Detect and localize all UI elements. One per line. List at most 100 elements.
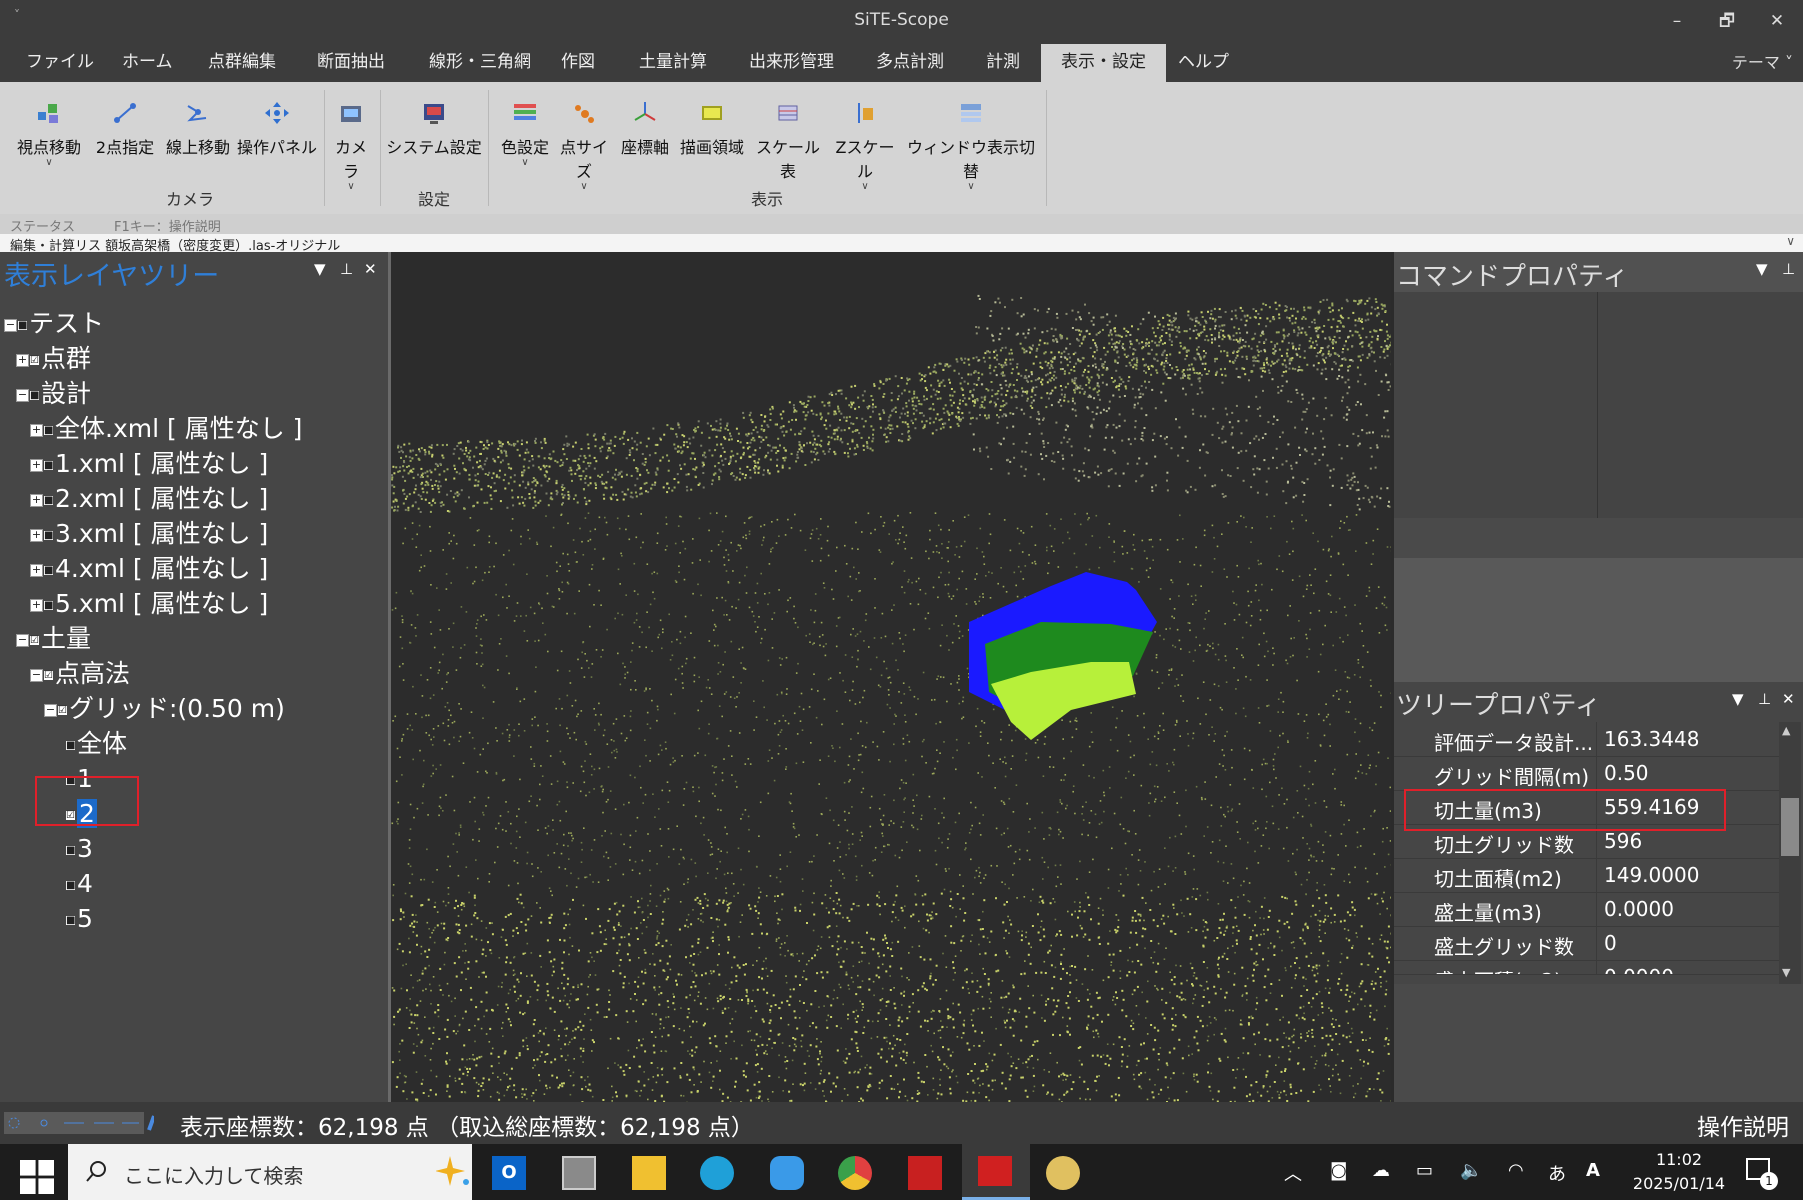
- wifi-icon[interactable]: ◠: [1508, 1160, 1524, 1181]
- property-row[interactable]: 評価データ設計... 163.3448: [1394, 722, 1779, 757]
- chevron-down-icon[interactable]: ∨: [1786, 234, 1795, 248]
- expand-icon[interactable]: +: [30, 493, 43, 507]
- app-window-icon[interactable]: [562, 1156, 596, 1190]
- tree-node[interactable]: ■3: [66, 833, 93, 865]
- visibility-checkbox[interactable]: ■: [44, 565, 53, 575]
- scroll-down-icon[interactable]: ▼: [1782, 966, 1790, 979]
- tab-alignment[interactable]: 線形・三角網: [417, 44, 543, 82]
- property-value[interactable]: 0.0000: [1604, 965, 1674, 974]
- visibility-checkbox[interactable]: ■: [66, 915, 75, 925]
- tree-node-label[interactable]: 点群: [41, 344, 91, 373]
- expand-icon[interactable]: +: [30, 458, 43, 472]
- expand-icon[interactable]: +: [30, 528, 43, 542]
- collapse-icon[interactable]: −: [16, 633, 29, 647]
- draw-area-button[interactable]: 描画領域: [676, 100, 748, 158]
- meet-icon[interactable]: ◙: [1330, 1160, 1347, 1181]
- tree-node-label[interactable]: 点高法: [55, 659, 130, 688]
- collapse-icon[interactable]: −: [16, 388, 29, 402]
- property-value[interactable]: 0.0000: [1604, 897, 1674, 921]
- tree-node[interactable]: − ☑点高法: [30, 658, 130, 690]
- tab-measure[interactable]: 計測: [974, 44, 1032, 82]
- property-row[interactable]: 盛土面積(m2) 0.0000: [1394, 960, 1779, 975]
- collapse-icon[interactable]: −: [44, 703, 57, 717]
- tree-node[interactable]: − ■設計: [16, 378, 91, 410]
- tree-node[interactable]: − ■テスト: [4, 308, 104, 340]
- property-row[interactable]: 盛土グリッド数 0: [1394, 926, 1779, 961]
- battery-icon[interactable]: ▭: [1416, 1160, 1433, 1181]
- visibility-checkbox[interactable]: ☑: [58, 705, 67, 715]
- show-hidden-icons[interactable]: ︿: [1284, 1160, 1302, 1186]
- tree-node[interactable]: ■全体: [66, 728, 127, 760]
- tree-node-label[interactable]: 土量: [41, 624, 91, 653]
- property-row[interactable]: 盛土量(m3) 0.0000: [1394, 892, 1779, 927]
- two-point-button[interactable]: 2点指定: [90, 100, 160, 158]
- scroll-thumb[interactable]: [1781, 798, 1799, 856]
- scroll-up-icon[interactable]: ▲: [1782, 724, 1790, 737]
- theme-menu[interactable]: テーマ ˅: [1732, 44, 1793, 82]
- tab-earthwork[interactable]: 土量計算: [627, 44, 719, 82]
- file-explorer-icon[interactable]: [632, 1156, 666, 1190]
- tree-node[interactable]: − ☑グリッド:(0.50 m): [44, 693, 285, 725]
- windows-start-icon[interactable]: [20, 1160, 54, 1194]
- clock-time[interactable]: 11:02: [1634, 1150, 1724, 1169]
- close-button[interactable]: ✕: [1753, 6, 1801, 36]
- scale-table-button[interactable]: スケール表: [750, 100, 826, 182]
- tree-node-label[interactable]: 4.xml [ 属性なし ]: [55, 554, 268, 583]
- help-button[interactable]: 操作説明: [1697, 1108, 1789, 1142]
- dropdown-icon[interactable]: ▼: [1756, 260, 1768, 278]
- tree-node-label[interactable]: 4: [77, 869, 93, 898]
- outlook-icon[interactable]: O: [492, 1156, 526, 1190]
- property-scrollbar[interactable]: ▲ ▼: [1779, 722, 1801, 984]
- site-scope-app-icon[interactable]: [908, 1156, 942, 1190]
- tab-point-cloud-edit[interactable]: 点群編集: [196, 44, 288, 82]
- visibility-checkbox[interactable]: ■: [66, 845, 75, 855]
- line-move-button[interactable]: 線上移動: [162, 100, 234, 158]
- minimize-button[interactable]: –: [1653, 6, 1701, 36]
- paint-icon[interactable]: [1046, 1156, 1080, 1190]
- tab-file[interactable]: ファイル: [14, 44, 106, 82]
- pin-icon[interactable]: ⊥: [1782, 260, 1795, 278]
- volume-icon[interactable]: 🔈: [1460, 1160, 1482, 1181]
- camera-button[interactable]: カメラ ∨: [328, 100, 374, 192]
- property-row[interactable]: 切土面積(m2) 149.0000: [1394, 858, 1779, 893]
- tree-node-label[interactable]: 設計: [41, 379, 91, 408]
- tab-as-built[interactable]: 出来形管理: [737, 44, 846, 82]
- property-value[interactable]: 0: [1604, 931, 1617, 955]
- expand-icon[interactable]: +: [30, 563, 43, 577]
- tree-node-label[interactable]: グリッド:(0.50 m): [69, 694, 285, 723]
- tree-node[interactable]: + ■3.xml [ 属性なし ]: [30, 518, 268, 550]
- tab-home[interactable]: ホーム: [110, 44, 185, 82]
- visibility-checkbox[interactable]: ■: [30, 390, 39, 400]
- tree-node-label[interactable]: 5.xml [ 属性なし ]: [55, 589, 268, 618]
- point-cloud-viewport[interactable]: [391, 252, 1393, 1104]
- close-icon[interactable]: ✕: [1782, 690, 1795, 708]
- visibility-checkbox[interactable]: ■: [66, 880, 75, 890]
- tree-node[interactable]: + ■全体.xml [ 属性なし ]: [30, 413, 302, 445]
- ime-indicator[interactable]: あ: [1548, 1160, 1566, 1186]
- visibility-checkbox[interactable]: ■: [44, 600, 53, 610]
- window-toggle-button[interactable]: ウィンドウ表示切替 ∨: [904, 100, 1038, 192]
- axis-button[interactable]: 座標軸: [616, 100, 674, 158]
- tree-node[interactable]: + ■4.xml [ 属性なし ]: [30, 553, 268, 585]
- tree-node-label[interactable]: 3.xml [ 属性なし ]: [55, 519, 268, 548]
- active-app-slot[interactable]: [962, 1144, 1030, 1200]
- control-panel-button[interactable]: 操作パネル: [236, 100, 318, 158]
- tree-node[interactable]: + ■1.xml [ 属性なし ]: [30, 448, 268, 480]
- tree-node-label[interactable]: 1.xml [ 属性なし ]: [55, 449, 268, 478]
- property-row[interactable]: グリッド間隔(m) 0.50: [1394, 756, 1779, 791]
- visibility-checkbox[interactable]: ■: [44, 530, 53, 540]
- z-scale-button[interactable]: Zスケール ∨: [828, 100, 902, 192]
- close-icon[interactable]: ✕: [364, 260, 377, 278]
- point-size-button[interactable]: 点サイズ ∨: [554, 100, 614, 192]
- property-value[interactable]: 0.50: [1604, 761, 1649, 785]
- visibility-checkbox[interactable]: ■: [44, 460, 53, 470]
- tree-node[interactable]: ■4: [66, 868, 93, 900]
- dropdown-icon[interactable]: ▼: [1732, 690, 1744, 708]
- dropdown-icon[interactable]: ▼: [314, 260, 326, 278]
- expand-icon[interactable]: +: [30, 423, 43, 437]
- visibility-checkbox[interactable]: ☑: [30, 635, 39, 645]
- tree-node-label[interactable]: 2.xml [ 属性なし ]: [55, 484, 268, 513]
- color-settings-button[interactable]: 色設定 ∨: [496, 100, 554, 168]
- tree-node[interactable]: + ☑点群: [16, 343, 91, 375]
- tab-display-settings[interactable]: 表示・設定: [1041, 44, 1166, 82]
